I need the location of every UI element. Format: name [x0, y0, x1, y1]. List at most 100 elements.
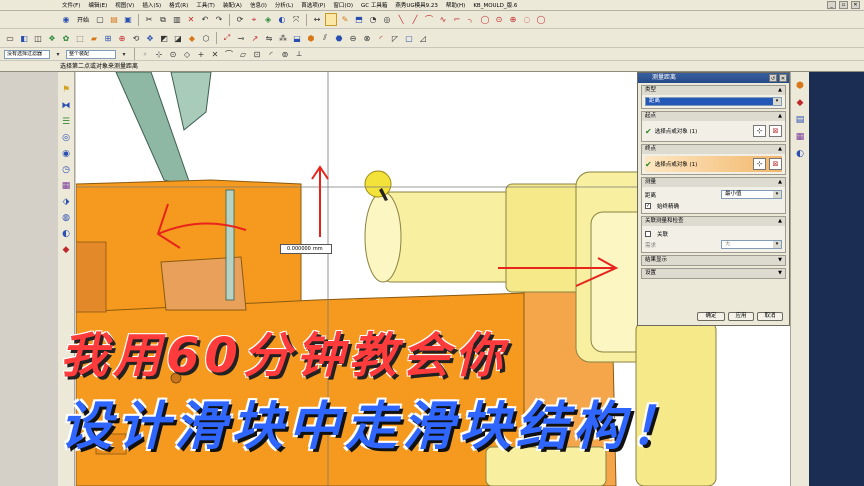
cancel-button[interactable]: 取消: [757, 312, 783, 321]
revolve-icon[interactable]: ◔: [367, 14, 379, 26]
curve-icon[interactable]: ∿: [437, 14, 449, 26]
menu-tools[interactable]: 工具(T): [196, 1, 215, 9]
menu-assembly[interactable]: 装配(A): [223, 1, 242, 9]
wireframe-icon[interactable]: ⬚: [74, 32, 86, 44]
measure-section-header[interactable]: 测量 ▲: [642, 178, 785, 187]
point-type-icon[interactable]: ⊠: [769, 158, 782, 170]
menu-window[interactable]: 窗口(O): [333, 1, 353, 9]
cube-icon[interactable]: ⬓: [291, 32, 303, 44]
delete-icon[interactable]: ✕: [185, 14, 197, 26]
repeat-command-icon[interactable]: ⟳: [234, 14, 246, 26]
point-dialog-icon[interactable]: ⊹: [753, 125, 766, 137]
type-section-header[interactable]: 类型 ▲: [642, 86, 785, 95]
section-icon[interactable]: ◩: [158, 32, 170, 44]
save-icon[interactable]: ▣: [122, 14, 134, 26]
snap-intersect-icon[interactable]: ✕: [209, 48, 221, 60]
menu-gc-toolkit[interactable]: GC 工具箱: [361, 1, 387, 9]
view-icon[interactable]: ◫: [32, 32, 44, 44]
snap-quad-icon[interactable]: ◇: [181, 48, 193, 60]
dialog-close-icon[interactable]: ✕: [779, 74, 787, 82]
sketch-icon[interactable]: ✎: [339, 14, 351, 26]
measure-distance-active-icon[interactable]: [325, 13, 338, 26]
results-section-header[interactable]: 结果显示 ▼: [642, 256, 785, 265]
show-hide-icon[interactable]: ◐: [276, 14, 288, 26]
circle4-icon[interactable]: ◌: [521, 14, 533, 26]
menu-format[interactable]: 格式(R): [169, 1, 188, 9]
arc-icon[interactable]: ⌒: [423, 14, 435, 26]
fit-icon[interactable]: ⊞: [102, 32, 114, 44]
menu-edit[interactable]: 编辑(E): [88, 1, 107, 9]
system-scenes-icon[interactable]: ◐: [60, 228, 72, 240]
paste-icon[interactable]: ▥: [171, 14, 183, 26]
palette-icon[interactable]: ◐: [794, 148, 806, 160]
cut-icon[interactable]: ✂: [143, 14, 155, 26]
need-select[interactable]: 无 ▾: [721, 240, 782, 249]
layer-icon[interactable]: ◈: [262, 14, 274, 26]
material-icon[interactable]: ▦: [794, 131, 806, 143]
start-icon[interactable]: ◉: [60, 14, 72, 26]
circle-icon[interactable]: ◯: [479, 14, 491, 26]
snap-existing-icon[interactable]: ⊡: [251, 48, 263, 60]
line-icon[interactable]: ╲: [395, 14, 407, 26]
transform-icon[interactable]: ⤧: [290, 14, 302, 26]
settings-section-header[interactable]: 设置 ▼: [642, 269, 785, 278]
mold-icon[interactable]: ⬢: [305, 32, 317, 44]
start-section-header[interactable]: 起点 ▲: [642, 112, 785, 121]
line2-icon[interactable]: ╱: [409, 14, 421, 26]
snap-on-curve-icon[interactable]: ⌒: [223, 48, 235, 60]
draft-icon[interactable]: ◿: [417, 32, 429, 44]
reuse-library-icon[interactable]: ◎: [60, 132, 72, 144]
menu-yanxiu-mold[interactable]: 燕秀UG模具9.23: [395, 1, 438, 9]
menu-file[interactable]: 文件(F): [62, 1, 80, 9]
circle5-icon[interactable]: ◯: [535, 14, 547, 26]
extrude-icon[interactable]: ⬒: [353, 14, 365, 26]
isometric-icon[interactable]: ⬡: [200, 32, 212, 44]
snap-arc-icon[interactable]: ◜: [265, 48, 277, 60]
paint-icon[interactable]: ◆: [186, 32, 198, 44]
end-point-row[interactable]: ✔ 选择点或对象 (1) ⊹ ⊠: [645, 156, 782, 172]
rotate-icon[interactable]: ⟲: [130, 32, 142, 44]
menu-preferences[interactable]: 首选项(P): [301, 1, 325, 9]
mirror-icon[interactable]: ⇋: [263, 32, 275, 44]
unite-icon[interactable]: ⬣: [333, 32, 345, 44]
redo-icon[interactable]: ↷: [213, 14, 225, 26]
dialog-title-bar[interactable]: 测量距离 ↺ ✕: [638, 73, 789, 83]
part-navigator-icon[interactable]: ☰: [60, 116, 72, 128]
distance-mode-select[interactable]: 最小值 ▾: [721, 190, 782, 199]
edge-blend-icon[interactable]: ◜: [375, 32, 387, 44]
start-point-row[interactable]: ✔ 选择点或对象 (1) ⊹ ⊠: [645, 123, 782, 139]
apply-button[interactable]: 应用: [728, 312, 754, 321]
clip-icon[interactable]: ◪: [172, 32, 184, 44]
circle3-icon[interactable]: ⊕: [507, 14, 519, 26]
circle2-icon[interactable]: ⊙: [493, 14, 505, 26]
copy-icon[interactable]: ⧉: [157, 14, 169, 26]
document-icon[interactable]: ▤: [794, 114, 806, 126]
arrow-icon[interactable]: ↗: [249, 32, 261, 44]
snap-center-icon[interactable]: ⊙: [167, 48, 179, 60]
measure-icon[interactable]: ↔: [311, 14, 323, 26]
selection-filter-dropdown[interactable]: 没有选择过滤器: [4, 49, 50, 59]
assembly-navigator-icon[interactable]: ⚑: [60, 84, 72, 96]
cube-view-icon[interactable]: ⬢: [794, 80, 806, 92]
menu-insert[interactable]: 插入(S): [142, 1, 161, 9]
snap-point-icon[interactable]: +: [195, 48, 207, 60]
subtract-icon[interactable]: ⊖: [347, 32, 359, 44]
menu-view[interactable]: 视图(V): [115, 1, 134, 9]
type-select[interactable]: 距离 ▾: [645, 97, 782, 106]
palette-icon[interactable]: ◆: [60, 244, 72, 256]
restore-icon[interactable]: ▫: [839, 1, 848, 9]
intersect-icon[interactable]: ⊗: [361, 32, 373, 44]
corner-icon[interactable]: ⌐: [451, 14, 463, 26]
constraint-navigator-icon[interactable]: ⧓: [60, 100, 72, 112]
start-button[interactable]: 开始: [74, 15, 92, 24]
split-icon[interactable]: ⫽: [319, 32, 331, 44]
ok-button[interactable]: 确定: [697, 312, 725, 321]
offset-icon[interactable]: ⤢: [221, 32, 233, 44]
filter-chevron-icon[interactable]: ▾: [52, 48, 64, 60]
menu-information[interactable]: 信息(I): [250, 1, 267, 9]
end-section-header[interactable]: 终点 ▲: [642, 145, 785, 154]
shaded-icon[interactable]: ▰: [88, 32, 100, 44]
undo-icon[interactable]: ↶: [199, 14, 211, 26]
reset-icon[interactable]: ↺: [769, 74, 777, 82]
render-icon[interactable]: ◆: [794, 97, 806, 109]
